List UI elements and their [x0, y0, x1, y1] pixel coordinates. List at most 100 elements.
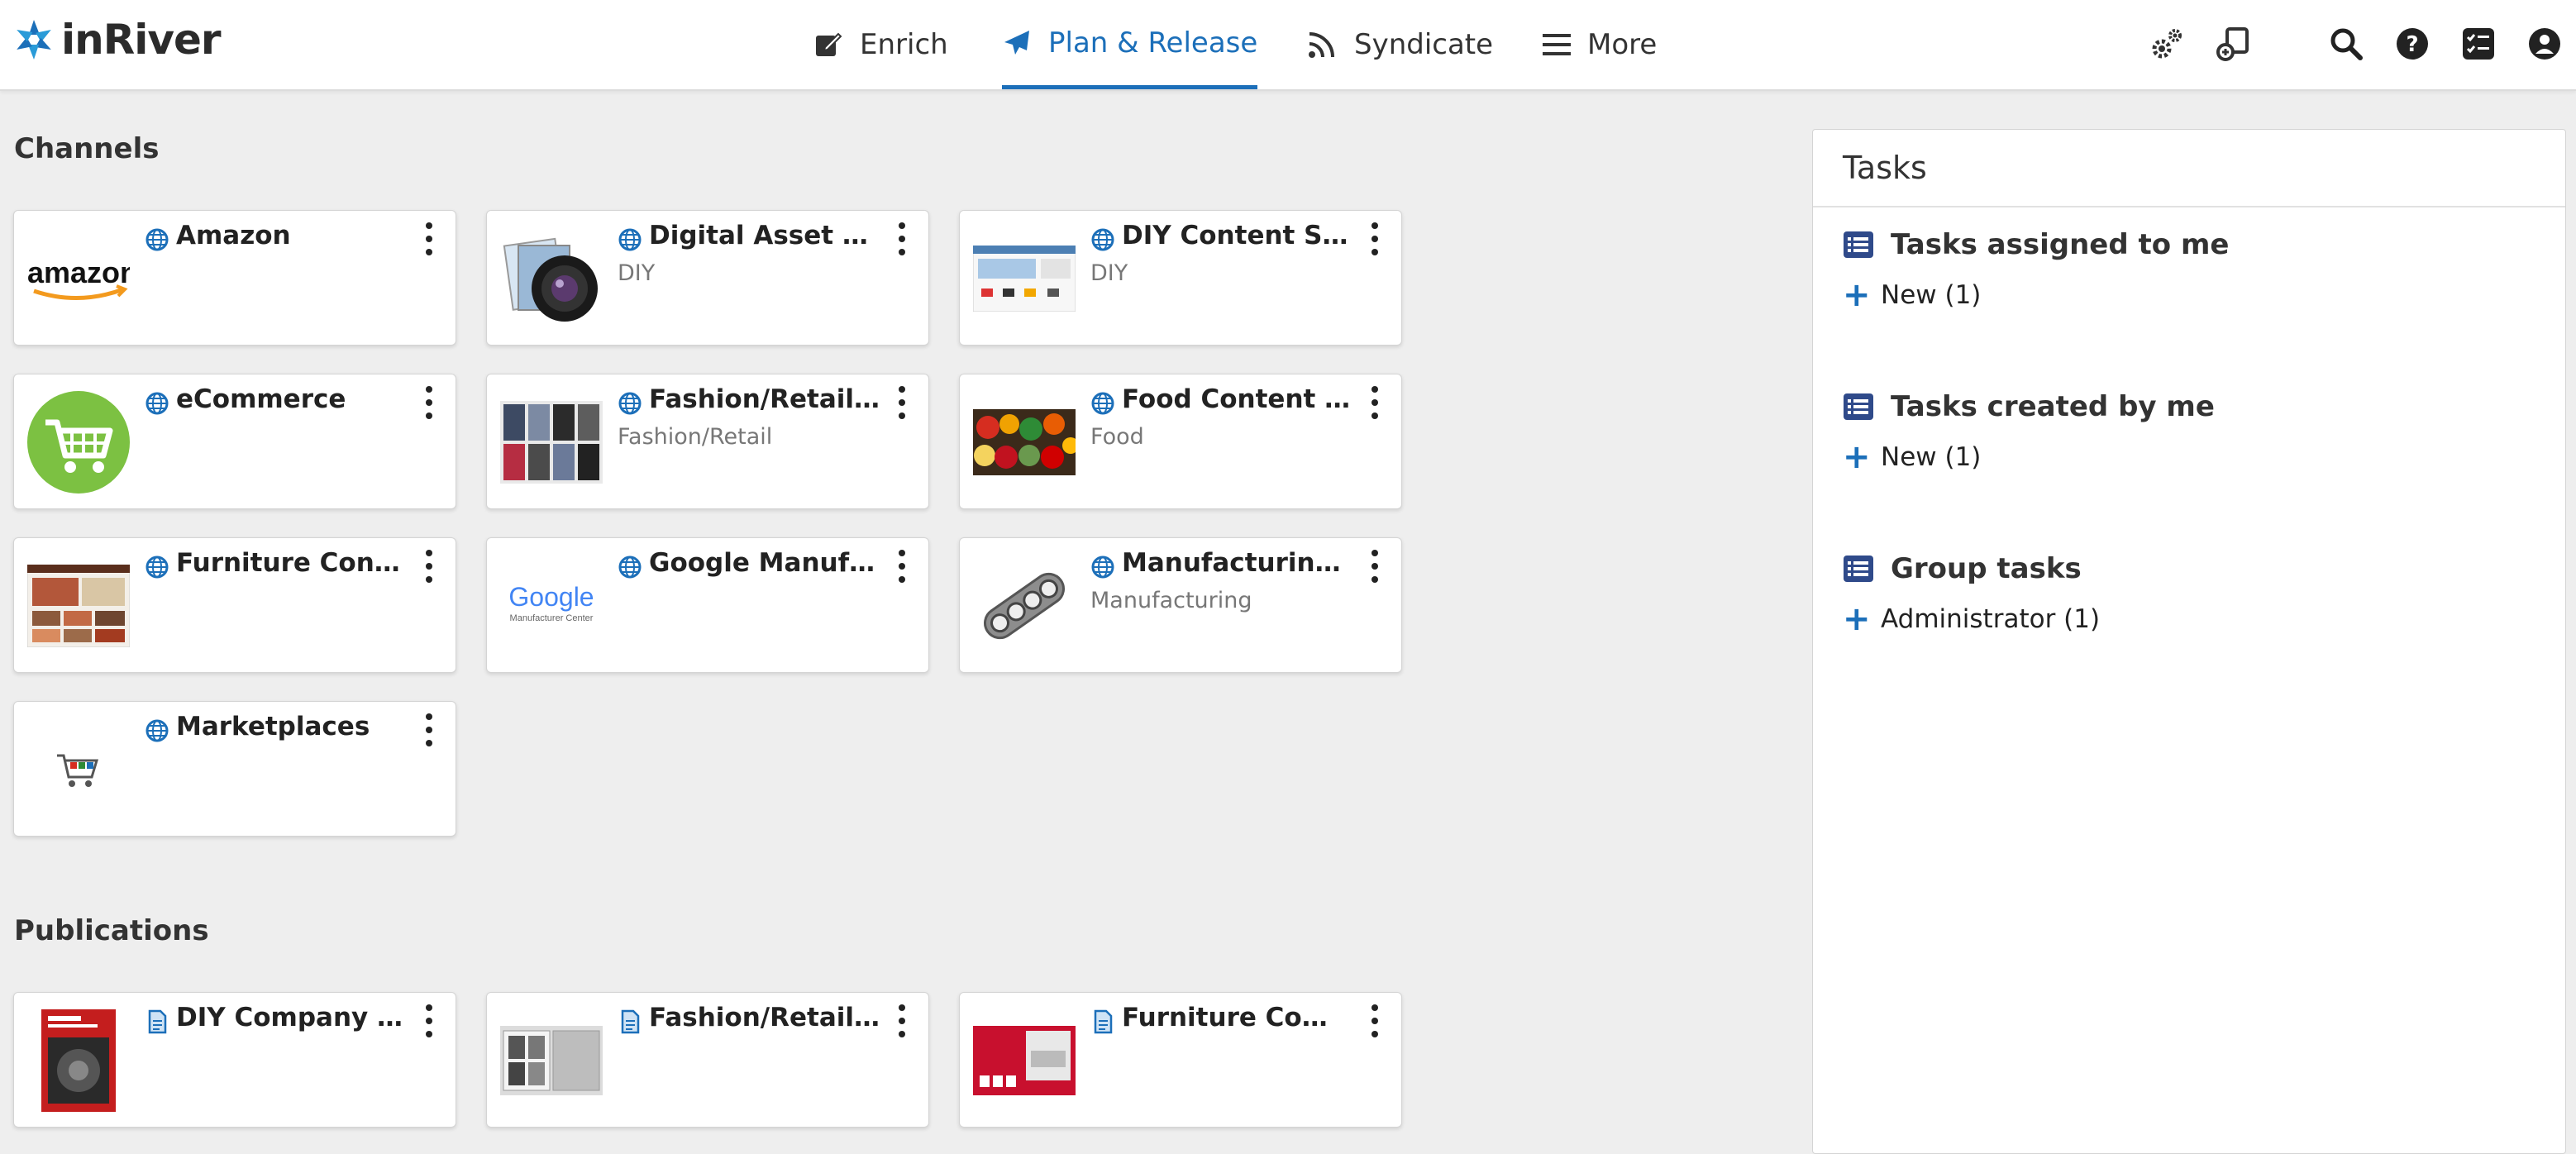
more-options-icon[interactable]: [894, 222, 910, 255]
tasks-group-item-label: New (1): [1881, 280, 1982, 310]
globe-icon: [1091, 228, 1114, 251]
channel-card-diy-content-store[interactable]: DIY Content Store DIY: [959, 210, 1402, 346]
channel-card-marketplaces[interactable]: Marketplaces: [13, 701, 456, 837]
furniture-website-image: [27, 565, 130, 647]
channel-subtitle: DIY: [618, 260, 656, 286]
channel-card-food-content-store[interactable]: Food Content Sto... Food: [959, 374, 1402, 509]
svg-text:Google: Google: [508, 582, 594, 612]
edit-icon: [816, 32, 842, 56]
publication-card-diy-company[interactable]: DIY Company Pu...: [13, 992, 456, 1128]
task-list-icon: [1844, 556, 1873, 582]
globe-icon: [145, 228, 169, 251]
channel-thumbnail: [27, 391, 130, 494]
more-options-icon[interactable]: [421, 713, 437, 746]
channel-card-fashion-retail[interactable]: Fashion/Retail Co... Fashion/Retail: [486, 374, 929, 509]
publication-card-fashion-retail[interactable]: Fashion/Retail Co...: [486, 992, 929, 1128]
globe-icon: [618, 392, 642, 415]
tasks-panel: Tasks Tasks assigned to me + New (1) Tas…: [1812, 129, 2566, 1154]
import-button[interactable]: [2214, 24, 2254, 64]
channel-subtitle: Fashion/Retail: [618, 424, 773, 450]
publication-thumbnail: [973, 1009, 1076, 1112]
settings-button[interactable]: [2148, 24, 2187, 64]
nav-syndicate-label: Syndicate: [1354, 28, 1494, 61]
channel-name: eCommerce: [176, 384, 346, 414]
app-logo-text: inRiver: [61, 16, 222, 64]
magazine-spread-image: [500, 1026, 603, 1095]
channel-card-digital-asset[interactable]: Digital Asset Con... DIY: [486, 210, 929, 346]
more-options-icon[interactable]: [894, 1004, 910, 1037]
more-options-icon[interactable]: [421, 1004, 437, 1037]
tasks-group-title: Tasks created by me: [1891, 390, 2215, 423]
nav-more-label: More: [1587, 28, 1658, 61]
globe-icon: [618, 228, 642, 251]
channel-card-manufacturing[interactable]: Manufacturing Co... Manufacturing: [959, 537, 1402, 673]
channel-card-amazon[interactable]: amazon Amazon: [13, 210, 456, 346]
nav-enrich[interactable]: Enrich: [813, 0, 948, 89]
search-button[interactable]: [2326, 24, 2366, 64]
task-list-icon: [1844, 393, 1873, 420]
nav-syndicate[interactable]: Syndicate: [1306, 0, 1493, 89]
tasks-panel-title: Tasks: [1813, 130, 2565, 207]
task-list-icon: [1844, 231, 1873, 258]
channel-thumbnail: [973, 391, 1076, 494]
website-screenshot-image: [973, 246, 1076, 312]
globe-icon: [618, 556, 642, 579]
more-options-icon[interactable]: [1367, 550, 1383, 583]
tasks-group-header[interactable]: Tasks assigned to me: [1843, 224, 2229, 265]
more-options-icon[interactable]: [1367, 386, 1383, 419]
settings-gears-icon: [2152, 29, 2182, 59]
google-manufacturer-center-logo: Google Manufacturer Center: [508, 582, 594, 623]
publication-card-furniture-company[interactable]: Furniture Compa...: [959, 992, 1402, 1128]
channel-subtitle: Food: [1090, 424, 1144, 450]
nav-more[interactable]: More: [1543, 0, 1657, 89]
globe-icon: [1091, 556, 1114, 579]
svg-text:Manufacturer Center: Manufacturer Center: [510, 613, 594, 623]
channel-name: Marketplaces: [176, 712, 370, 742]
paper-plane-icon: [1004, 30, 1029, 55]
publication-name: Fashion/Retail Co...: [649, 1003, 880, 1032]
globe-icon: [145, 719, 169, 742]
more-options-icon[interactable]: [1367, 222, 1383, 255]
tasks-group-header[interactable]: Tasks created by me: [1843, 386, 2215, 427]
more-options-icon[interactable]: [894, 386, 910, 419]
more-options-icon[interactable]: [894, 550, 910, 583]
more-options-icon[interactable]: [421, 222, 437, 255]
nav-enrich-label: Enrich: [860, 28, 948, 61]
tasks-group-assigned: Tasks assigned to me + New (1): [1843, 224, 2229, 313]
channel-card-ecommerce[interactable]: eCommerce: [13, 374, 456, 509]
tasks-group-item[interactable]: + New (1): [1843, 439, 2215, 475]
rss-icon: [1309, 32, 1334, 58]
expand-plus-icon[interactable]: +: [1843, 603, 1881, 636]
chain-link-part-image: [984, 572, 1065, 640]
tasks-group-header[interactable]: Group tasks: [1843, 548, 2100, 589]
tasks-group-item[interactable]: + Administrator (1): [1843, 601, 2100, 637]
channel-thumbnail: Google Manufacturer Center: [500, 555, 603, 657]
help-icon: ?: [2397, 28, 2428, 60]
expand-plus-icon[interactable]: +: [1843, 279, 1881, 312]
tasks-group-group: Group tasks + Administrator (1): [1843, 548, 2100, 637]
fashion-collage-image: [500, 401, 603, 484]
import-icon: [2216, 27, 2249, 61]
channel-name: Food Content Sto...: [1122, 384, 1353, 414]
publication-name: Furniture Compa...: [1122, 1003, 1353, 1032]
globe-icon: [1091, 392, 1114, 415]
help-button[interactable]: ?: [2392, 24, 2432, 64]
more-options-icon[interactable]: [421, 386, 437, 419]
channel-card-furniture-content[interactable]: Furniture Content...: [13, 537, 456, 673]
tasks-button[interactable]: [2459, 24, 2498, 64]
catalog-cover-image: [41, 1009, 116, 1112]
channel-subtitle: DIY: [1090, 260, 1128, 286]
search-icon: [2330, 28, 2363, 60]
tasks-group-item[interactable]: + New (1): [1843, 277, 2229, 313]
tasks-group-item-label: Administrator (1): [1881, 604, 2101, 634]
channel-card-google-manufacturer[interactable]: Google Manufacturer Center Google Manufa…: [486, 537, 929, 673]
nav-plan-release[interactable]: Plan & Release: [1002, 0, 1258, 89]
nav-plan-release-label: Plan & Release: [1048, 26, 1258, 60]
shopping-cart-small-image: [57, 754, 99, 787]
more-options-icon[interactable]: [421, 550, 437, 583]
more-options-icon[interactable]: [1367, 1004, 1383, 1037]
tasks-group-title: Group tasks: [1891, 552, 2082, 585]
app-logo[interactable]: inRiver: [12, 15, 222, 64]
user-account-button[interactable]: [2525, 24, 2564, 64]
expand-plus-icon[interactable]: +: [1843, 441, 1881, 474]
